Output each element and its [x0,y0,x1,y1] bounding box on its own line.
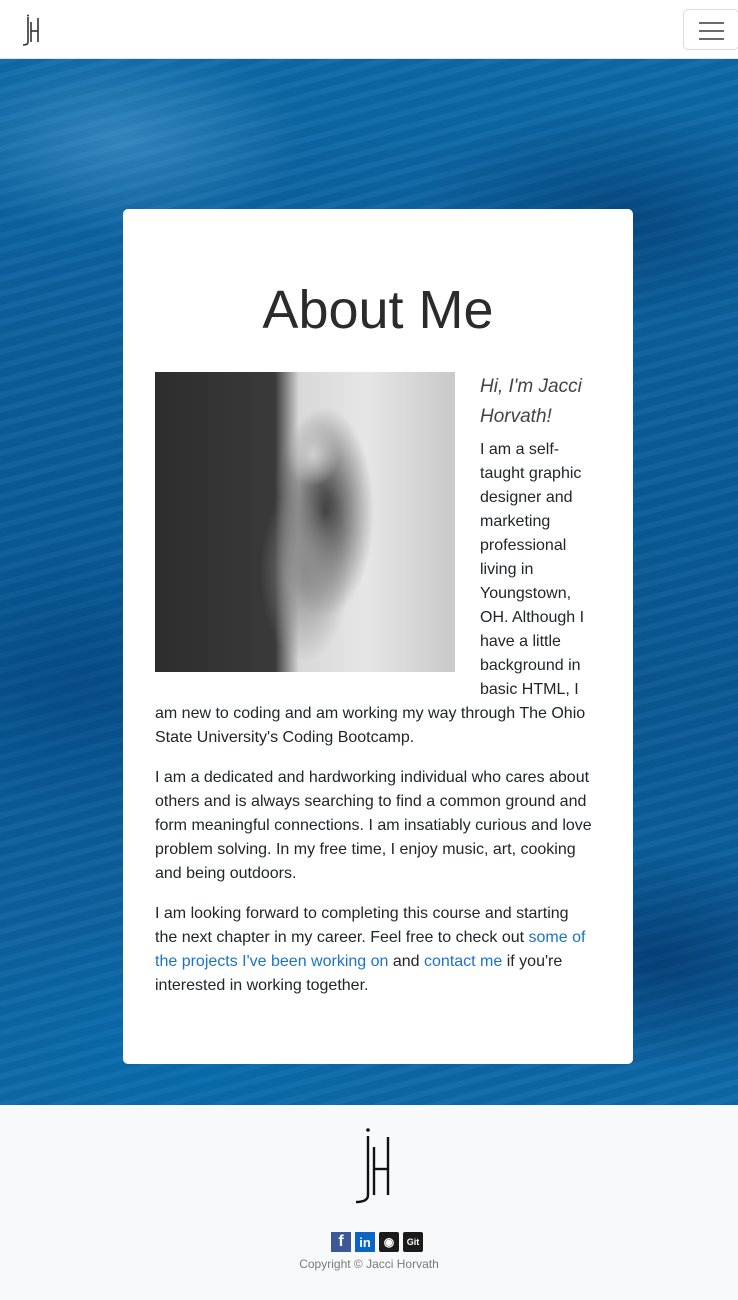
paragraph-text: and [388,953,425,970]
about-paragraph-3: I am looking forward to completing this … [155,902,593,998]
git-icon[interactable]: Git [403,1232,423,1252]
navbar [0,0,738,59]
hamburger-icon-line [699,38,724,40]
hamburger-icon-line [699,22,724,24]
page-title: About Me [262,280,494,340]
linkedin-icon[interactable]: in [355,1232,375,1252]
about-card: About Me Hi, I'm Jacci Horvath! I am a s… [123,209,633,1064]
hero-background: About Me Hi, I'm Jacci Horvath! I am a s… [0,59,738,1105]
profile-photo [155,372,455,672]
hamburger-icon-line [699,30,724,32]
github-icon[interactable]: ◉ [379,1232,399,1252]
footer-logo [355,1128,390,1204]
copyright-text: Copyright © Jacci Horvath [299,1257,439,1271]
about-paragraph-2: I am a dedicated and hardworking individ… [155,769,592,882]
social-links: f in ◉ Git [331,1232,423,1252]
site-logo[interactable] [20,14,42,46]
facebook-icon[interactable]: f [331,1232,351,1252]
about-content: Hi, I'm Jacci Horvath! I am a self-taugh… [155,372,593,1014]
footer: f in ◉ Git Copyright © Jacci Horvath [0,1105,738,1300]
menu-toggle-button[interactable] [683,9,738,50]
paragraph-text: I am looking forward to completing this … [155,905,569,946]
contact-link[interactable]: contact me [424,953,502,970]
